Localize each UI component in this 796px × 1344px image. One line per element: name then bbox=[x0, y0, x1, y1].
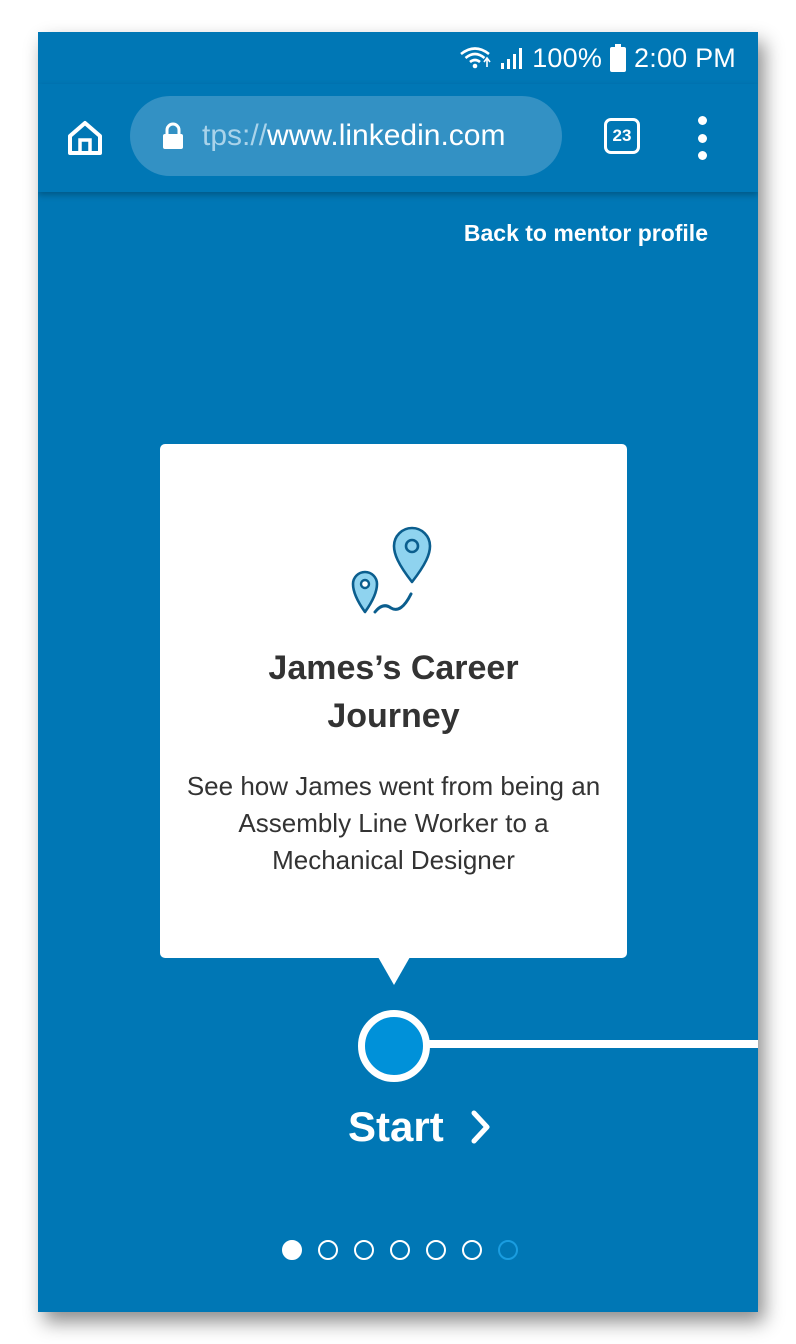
tabs-icon[interactable]: 23 bbox=[604, 118, 640, 154]
clock: 2:00 PM bbox=[634, 42, 736, 73]
lock-icon bbox=[162, 122, 184, 150]
card-pointer bbox=[378, 957, 410, 985]
start-label: Start bbox=[348, 1103, 444, 1150]
pagination-dot[interactable] bbox=[498, 1240, 518, 1260]
pagination-dot[interactable] bbox=[354, 1240, 374, 1260]
phone-screen: 100% 2:00 PM tps://www.linkedin.com 23 B… bbox=[38, 32, 758, 1312]
pagination-dot[interactable] bbox=[426, 1240, 446, 1260]
more-vert-icon[interactable] bbox=[690, 116, 714, 160]
signal-icon bbox=[500, 46, 524, 70]
browser-toolbar: tps://www.linkedin.com 23 bbox=[38, 84, 758, 192]
chevron-right-icon bbox=[471, 1110, 490, 1144]
menu-dot bbox=[697, 133, 707, 143]
pagination-dot[interactable] bbox=[462, 1240, 482, 1260]
career-journey-card: James’s Career Journey See how James wen… bbox=[160, 444, 627, 958]
pagination-dot[interactable] bbox=[282, 1240, 302, 1260]
home-icon bbox=[68, 121, 102, 155]
url-scheme: tps:// bbox=[202, 119, 268, 152]
menu-dot bbox=[697, 151, 707, 160]
pagination-dot[interactable] bbox=[390, 1240, 410, 1260]
address-bar[interactable]: tps://www.linkedin.com bbox=[130, 96, 562, 176]
map-pins-icon bbox=[348, 526, 440, 621]
battery-icon bbox=[610, 44, 627, 72]
timeline-start-node[interactable] bbox=[358, 1010, 430, 1082]
status-bar: 100% 2:00 PM bbox=[38, 32, 758, 84]
url-text: tps://www.linkedin.com bbox=[202, 119, 505, 153]
card-title: James’s Career Journey bbox=[268, 649, 519, 735]
back-to-mentor-profile-link[interactable]: Back to mentor profile bbox=[464, 220, 708, 247]
wifi-icon bbox=[458, 45, 492, 71]
tab-count: 23 bbox=[612, 126, 632, 145]
start-button[interactable]: Start bbox=[348, 1097, 492, 1157]
timeline-track bbox=[424, 1040, 758, 1048]
pagination-dots bbox=[282, 1240, 518, 1260]
url-host: www.linkedin.com bbox=[267, 119, 506, 152]
menu-dot bbox=[697, 116, 707, 125]
card-description: See how James went from being an Assembl… bbox=[186, 771, 601, 875]
pagination-dot[interactable] bbox=[318, 1240, 338, 1260]
home-button[interactable] bbox=[64, 117, 106, 159]
battery-percent: 100% bbox=[532, 42, 603, 73]
